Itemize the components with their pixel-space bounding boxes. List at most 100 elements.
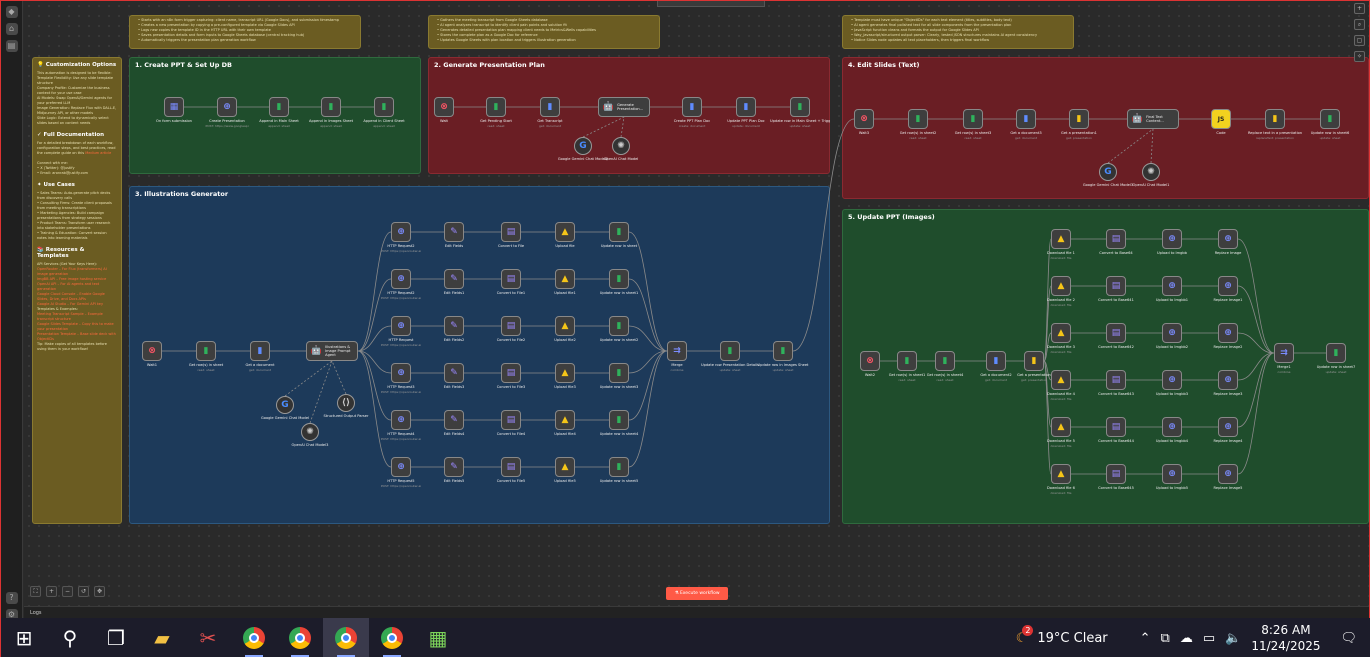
meet-now-icon[interactable]: ⧉ (1161, 631, 1170, 646)
node-download-file-4[interactable]: ▲ (1051, 370, 1071, 390)
node-on-form-submission[interactable]: ▦ (164, 97, 184, 117)
home-icon[interactable]: ⌂ (5, 23, 18, 35)
node-replace-image5[interactable]: ⊕ (1218, 464, 1238, 484)
node-openai-chat-model3[interactable]: ✺ (301, 423, 319, 441)
sticky-note-top-left[interactable]: • Starts with an n8n form trigger captur… (129, 15, 361, 49)
weather-text[interactable]: 19°C Clear (1037, 631, 1107, 646)
node-generate-presentation[interactable]: 🤖 Generate Presentation... (598, 97, 650, 117)
node-merge[interactable]: ⇉ (667, 341, 687, 361)
node-openai-chat-model1[interactable]: ✺ (1142, 163, 1160, 181)
node-replace-image4[interactable]: ⊕ (1218, 417, 1238, 437)
node-upload-file2[interactable]: ▲ (555, 316, 575, 336)
node-create-ppt-plan-doc[interactable]: ▮ (682, 97, 702, 117)
spreadsheet-app-icon[interactable]: ▦ (415, 618, 461, 657)
node-update-ppt-plan-doc[interactable]: ▮ (736, 97, 756, 117)
node-get-a-document3[interactable]: ▮ (1016, 109, 1036, 129)
node-get-row-s-in-sheet4[interactable]: ▮ (935, 351, 955, 371)
reset-zoom-icon[interactable]: ↺ (78, 586, 89, 597)
node-structured-output-parser[interactable]: ⟨⟩ (337, 394, 355, 412)
notifications-icon[interactable]: 🗨 (1340, 631, 1357, 646)
node-get-a-document2[interactable]: ▮ (986, 351, 1006, 371)
node-http-request[interactable]: ⊕ (391, 316, 411, 336)
node-edit-fields5[interactable]: ✎ (444, 457, 464, 477)
node-http-request2[interactable]: ⊕ (391, 222, 411, 242)
node-get-row-s-in-sheet[interactable]: ▮ (196, 341, 216, 361)
node-upload-file[interactable]: ▲ (555, 222, 575, 242)
node-google-gemini-chat-model2[interactable]: G (574, 137, 592, 155)
node-update-row-in-sheet6[interactable]: ▮ (1320, 109, 1340, 129)
node-convert-to-file1[interactable]: ▤ (501, 269, 521, 289)
node-edit-fields2[interactable]: ✎ (444, 316, 464, 336)
node-convert-to-file[interactable]: ▤ (501, 222, 521, 242)
node-update-row-presentation-details[interactable]: ▮ (720, 341, 740, 361)
node-upload-file5[interactable]: ▲ (555, 457, 575, 477)
node-merge1[interactable]: ⇉ (1274, 343, 1294, 363)
node-download-file-2[interactable]: ▲ (1051, 276, 1071, 296)
volume-icon[interactable]: 🔈 (1225, 631, 1241, 646)
node-get-pending-start[interactable]: ▮ (486, 97, 506, 117)
node-download-file-1[interactable]: ▲ (1051, 229, 1071, 249)
search-nodes-icon[interactable]: ⌕ (1354, 19, 1365, 30)
node-update-row-in-sheet7[interactable]: ▮ (1326, 343, 1346, 363)
node-wait[interactable]: ⊗ (434, 97, 454, 117)
search-icon[interactable]: ⚲ (47, 618, 93, 657)
node-upload-to-imgbb1[interactable]: ⊕ (1162, 276, 1182, 296)
node-final-text-content[interactable]: 🤖 Final Text Content... (1127, 109, 1179, 129)
node-replace-image2[interactable]: ⊕ (1218, 323, 1238, 343)
node-get-a-presentation1[interactable]: ▮ (1069, 109, 1089, 129)
node-http-request2[interactable]: ⊕ (391, 269, 411, 289)
task-view-icon[interactable]: ❐ (93, 618, 139, 657)
node-convert-to-base64[interactable]: ▤ (1106, 229, 1126, 249)
node-convert-to-file2[interactable]: ▤ (501, 316, 521, 336)
node-upload-to-imgbb2[interactable]: ⊕ (1162, 323, 1182, 343)
node-code[interactable]: JS (1211, 109, 1231, 129)
chrome-profile-1-icon[interactable] (231, 618, 277, 657)
node-replace-image3[interactable]: ⊕ (1218, 370, 1238, 390)
node-convert-to-file4[interactable]: ▤ (501, 410, 521, 430)
network-icon[interactable]: ▭ (1203, 631, 1215, 646)
execute-workflow-button[interactable]: ⚗ Execute workflow (666, 587, 728, 600)
node-upload-to-imgbb3[interactable]: ⊕ (1162, 370, 1182, 390)
chevron-up-icon[interactable]: ⌃ (1140, 631, 1151, 646)
node-edit-fields4[interactable]: ✎ (444, 410, 464, 430)
node-create-presentation[interactable]: ⊕ (217, 97, 237, 117)
tidy-up-icon[interactable]: ✥ (94, 586, 105, 597)
editor-tab-switcher[interactable] (657, 1, 765, 7)
chrome-profile-2-icon[interactable] (277, 618, 323, 657)
ai-assistant-icon[interactable]: ✧ (1354, 51, 1365, 62)
node-upload-to-imgbb4[interactable]: ⊕ (1162, 417, 1182, 437)
sticky-note-top-mid[interactable]: • Gathers the meeting transcript from Go… (428, 15, 660, 49)
node-convert-to-base645[interactable]: ▤ (1106, 464, 1126, 484)
sticky-note-top-right[interactable]: • Template must have unique "ObjectIDs" … (842, 15, 1074, 49)
node-update-row-in-sheet2[interactable]: ▮ (609, 316, 629, 336)
node-update-row-in-images-sheet[interactable]: ▮ (773, 341, 793, 361)
help-icon[interactable]: ? (5, 592, 18, 604)
node-http-request4[interactable]: ⊕ (391, 410, 411, 430)
node-upload-to-imgbb[interactable]: ⊕ (1162, 229, 1182, 249)
node-http-request3[interactable]: ⊕ (391, 363, 411, 383)
node-get-transcript[interactable]: ▮ (540, 97, 560, 117)
node-edit-fields[interactable]: ✎ (444, 222, 464, 242)
node-update-row-in-main-sheet-trigger-image[interactable]: ▮ (790, 97, 810, 117)
node-get-row-s-in-sheet2[interactable]: ▮ (908, 109, 928, 129)
zoom-out-icon[interactable]: − (62, 586, 73, 597)
node-update-row-in-sheet3[interactable]: ▮ (609, 363, 629, 383)
node-upload-file4[interactable]: ▲ (555, 410, 575, 430)
node-upload-file1[interactable]: ▲ (555, 269, 575, 289)
n8n-logo-icon[interactable]: ◆ (5, 6, 18, 18)
node-download-file-6[interactable]: ▲ (1051, 464, 1071, 484)
node-replace-image1[interactable]: ⊕ (1218, 276, 1238, 296)
node-convert-to-file3[interactable]: ▤ (501, 363, 521, 383)
node-illustrations-image-prompt-agent[interactable]: 🤖 Illustrations & Image Prompt Agent (306, 341, 358, 361)
node-append-in-images-sheet[interactable]: ▮ (321, 97, 341, 117)
node-convert-to-base642[interactable]: ▤ (1106, 323, 1126, 343)
node-get-row-s-in-sheet1[interactable]: ▮ (897, 351, 917, 371)
node-wait2[interactable]: ⊗ (860, 351, 880, 371)
node-download-file-3[interactable]: ▲ (1051, 323, 1071, 343)
node-upload-to-imgbb5[interactable]: ⊕ (1162, 464, 1182, 484)
node-convert-to-base643[interactable]: ▤ (1106, 370, 1126, 390)
node-update-row-in-sheet1[interactable]: ▮ (609, 269, 629, 289)
file-explorer-icon[interactable]: ▰ (139, 618, 185, 657)
medium-article-link[interactable]: Medium article (85, 151, 111, 155)
node-append-in-main-sheet[interactable]: ▮ (269, 97, 289, 117)
